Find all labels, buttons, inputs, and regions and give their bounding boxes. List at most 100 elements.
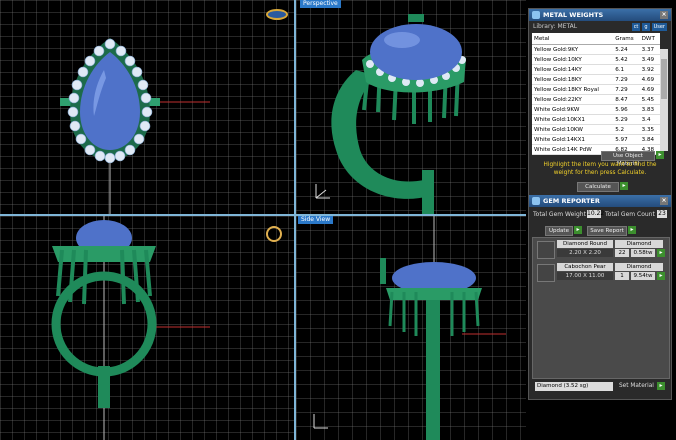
go-arrow-icon[interactable]: ▸ xyxy=(628,226,636,234)
total-gem-weight-value: 10.22 xyxy=(587,210,605,218)
grams-cell: 7.29 xyxy=(613,74,640,85)
metal-name-cell: Yellow Gold:18KY Royal xyxy=(532,84,614,95)
dwt-cell: 3.37 xyxy=(639,44,660,55)
dwt-cell: 5.45 xyxy=(639,94,660,105)
unit-button-ct[interactable]: ct xyxy=(631,23,641,31)
gem-name: Diamond Round xyxy=(557,240,613,248)
ring-icon[interactable] xyxy=(266,226,282,242)
calculate-button[interactable]: Calculate xyxy=(577,182,619,192)
metal-name-cell: White Gold:14KX1 xyxy=(532,134,614,145)
save-report-button[interactable]: Save Report xyxy=(587,226,627,236)
gem-size: 2.20 X 2.20 xyxy=(557,249,613,257)
total-gem-count-value: 23 xyxy=(657,210,667,218)
grams-cell: 5.96 xyxy=(613,104,640,115)
viewport-divider-horizontal[interactable] xyxy=(0,214,526,216)
metal-weights-table: Metal Grams DWT Yellow Gold:9KY 5.24 3.37 Y… xyxy=(532,33,660,155)
dwt-cell: 3.92 xyxy=(639,64,660,75)
gem-row[interactable]: Diamond Round Diamond 2.20 X 2.20 22 0.5… xyxy=(537,239,665,261)
table-row[interactable]: Yellow Gold:14KY 6.1 3.92 xyxy=(532,64,660,75)
gem-weight: 9.54tw xyxy=(631,272,655,280)
table-row[interactable]: Yellow Gold:18KY Royal 7.29 4.69 xyxy=(532,84,660,95)
dwt-cell: 4.69 xyxy=(639,74,660,85)
grams-cell: 7.29 xyxy=(613,84,640,95)
dwt-cell: 4.69 xyxy=(639,84,660,95)
ring-top-view xyxy=(60,38,210,214)
metal-weights-header[interactable]: METAL WEIGHTS × xyxy=(529,9,671,21)
grams-cell: 5.29 xyxy=(613,114,640,125)
unit-buttons: ct g User xyxy=(631,23,667,31)
gem-weight: 0.58tw xyxy=(631,249,655,257)
set-material-label[interactable]: Set Material xyxy=(619,383,654,389)
unit-button-user[interactable]: User xyxy=(651,23,667,31)
side-panel: METAL WEIGHTS × Library: METAL ct g User… xyxy=(528,8,672,400)
grams-cell: 5.24 xyxy=(613,44,640,55)
go-arrow-icon[interactable]: ▸ xyxy=(656,151,664,159)
metal-name-cell: Yellow Gold:14KY xyxy=(532,64,614,75)
metal-name-cell: White Gold:9KW xyxy=(532,104,614,115)
column-header-grams[interactable]: Grams xyxy=(613,33,640,45)
metal-name-cell: Yellow Gold:9KY xyxy=(532,44,614,55)
ring-icon[interactable] xyxy=(266,9,288,20)
metal-name-cell: Yellow Gold:18KY xyxy=(532,74,614,85)
axis-icon xyxy=(315,184,330,199)
go-arrow-icon[interactable]: ▸ xyxy=(620,182,628,190)
gem-material: Diamond xyxy=(615,263,663,271)
dwt-cell: 3.4 xyxy=(639,114,660,125)
column-header-metal[interactable]: Metal xyxy=(532,33,614,45)
grams-cell: 5.2 xyxy=(613,124,640,135)
viewport-front[interactable] xyxy=(0,216,294,440)
gem-material: Diamond xyxy=(615,240,663,248)
table-row[interactable]: Yellow Gold:9KY 5.24 3.37 xyxy=(532,44,660,55)
metal-weights-hint: Highlight the item you want to find the … xyxy=(543,162,657,176)
metal-name-cell: Yellow Gold:22KY xyxy=(532,94,614,105)
dwt-cell: 3.84 xyxy=(639,134,660,145)
go-arrow-icon[interactable]: ▸ xyxy=(657,272,665,280)
gem-list: Diamond Round Diamond 2.20 X 2.20 22 0.5… xyxy=(532,237,670,379)
library-row: Library: METAL ct g User xyxy=(533,23,667,31)
table-row[interactable]: White Gold:10KX1 5.29 3.4 xyxy=(532,114,660,125)
scroll-thumb[interactable] xyxy=(661,59,667,99)
grams-cell: 6.1 xyxy=(613,64,640,75)
viewport-divider-vertical[interactable] xyxy=(294,0,296,440)
metal-table-scrollbar[interactable] xyxy=(660,49,668,151)
viewport-top[interactable] xyxy=(0,0,294,214)
go-arrow-icon[interactable]: ▸ xyxy=(657,249,665,257)
table-row[interactable]: Yellow Gold:10KY 5.42 3.49 xyxy=(532,54,660,65)
ring-side-view xyxy=(380,216,506,440)
viewport-side[interactable]: Side View xyxy=(296,216,526,440)
go-arrow-icon[interactable]: ▸ xyxy=(657,382,665,390)
metal-name-cell: White Gold:10KX1 xyxy=(532,114,614,125)
total-gem-count-label: Total Gem Count xyxy=(605,211,655,218)
gem-reporter-header[interactable]: GEM REPORTER × xyxy=(529,195,671,207)
gem-size: 17.00 X 11.00 xyxy=(557,272,613,280)
dwt-cell: 3.83 xyxy=(639,104,660,115)
viewport-perspective[interactable]: Perspective xyxy=(296,0,526,214)
total-gem-weight-label: Total Gem Weight xyxy=(533,211,586,218)
update-button[interactable]: Update xyxy=(545,226,573,236)
grams-cell: 5.97 xyxy=(613,134,640,145)
gem-thumbnail-icon xyxy=(537,241,555,259)
table-row[interactable]: White Gold:10KW 5.2 3.35 xyxy=(532,124,660,135)
ring-front-view xyxy=(51,216,210,440)
unit-button-g[interactable]: g xyxy=(642,23,650,31)
grams-cell: 5.42 xyxy=(613,54,640,65)
gem-thumbnail-icon xyxy=(537,264,555,282)
table-row[interactable]: Yellow Gold:22KY 8.47 5.45 xyxy=(532,94,660,105)
material-select[interactable]: Diamond (3.52 sg) xyxy=(535,382,613,391)
dwt-cell: 3.49 xyxy=(639,54,660,65)
axis-icon xyxy=(313,414,328,429)
close-icon[interactable]: × xyxy=(660,11,668,19)
close-icon[interactable]: × xyxy=(660,197,668,205)
gem-icon xyxy=(532,197,540,205)
gem-name: Cabochon Pear xyxy=(557,263,613,271)
table-row[interactable]: Yellow Gold:18KY 7.29 4.69 xyxy=(532,74,660,85)
dwt-cell: 3.35 xyxy=(639,124,660,135)
use-object-material-button[interactable]: Use Object Material xyxy=(601,151,655,167)
metal-weights-icon xyxy=(532,11,540,19)
table-row[interactable]: White Gold:14KX1 5.97 3.84 xyxy=(532,134,660,145)
gem-row[interactable]: Cabochon Pear Diamond 17.00 X 11.00 1 9.… xyxy=(537,262,665,284)
gem-count: 1 xyxy=(615,272,629,280)
go-arrow-icon[interactable]: ▸ xyxy=(574,226,582,234)
column-header-dwt[interactable]: DWT xyxy=(639,33,660,45)
table-row[interactable]: White Gold:9KW 5.96 3.83 xyxy=(532,104,660,115)
